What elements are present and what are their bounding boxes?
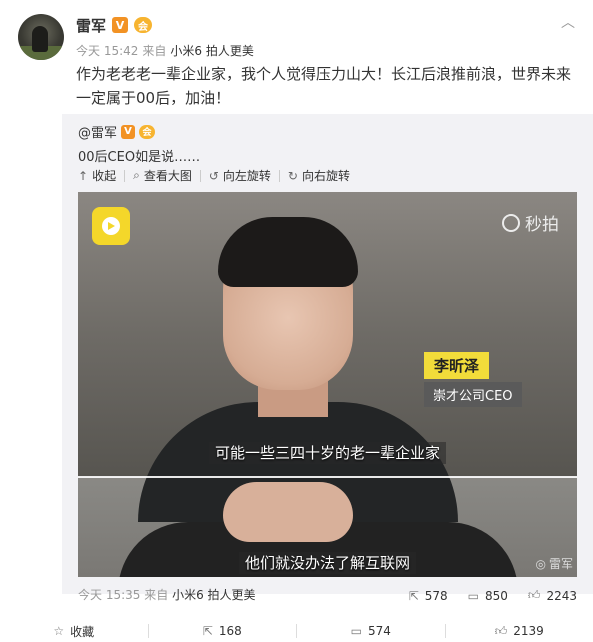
repost-share-button[interactable]: ⇱ 578 xyxy=(399,589,458,603)
post-time[interactable]: 今天 15:42 xyxy=(76,42,138,59)
vip-badge-icon: 会 xyxy=(134,17,153,33)
magnifier-icon: ⌕ xyxy=(133,168,140,182)
miaopai-label: 秒拍 xyxy=(525,215,559,235)
share-icon: ⇱ xyxy=(408,588,419,603)
arrow-up-icon: ↑ xyxy=(78,168,89,183)
repost-device[interactable]: 小米6 拍人更美 xyxy=(172,588,255,602)
vip-badge-icon: 会 xyxy=(139,124,156,139)
rotate-left-button[interactable]: ↺ 向左旋转 xyxy=(201,167,279,184)
rotate-right-icon: ↻ xyxy=(287,168,298,183)
post-meta: 今天 15:42 来自 小米6 拍人更美 xyxy=(76,42,254,59)
post-text: 作为老老老一辈企业家，我个人觉得压力山大！长江后浪推前浪，世界未来一定属于00后… xyxy=(76,65,572,107)
comment-button[interactable]: ▭ 574 xyxy=(297,624,445,638)
thumbs-up-icon: 👍︎ xyxy=(494,623,508,638)
post-device[interactable]: 小米6 拍人更美 xyxy=(170,42,253,59)
verified-badge-icon: V xyxy=(121,124,136,139)
rotate-right-button[interactable]: ↻ 向右旋转 xyxy=(280,167,358,184)
view-large-label: 查看大图 xyxy=(143,169,192,183)
comment-icon: ▭ xyxy=(467,588,479,603)
author-name[interactable]: 雷军 xyxy=(76,15,106,36)
repost-author-name[interactable]: @雷军 xyxy=(78,122,117,141)
rotate-left-label: 向左旋转 xyxy=(222,169,271,183)
share-button[interactable]: ⇱ 168 xyxy=(149,624,297,638)
repost-text: 00后CEO如是说…… xyxy=(78,150,201,165)
repost-share-count: 578 xyxy=(424,588,448,603)
rotate-right-label: 向右旋转 xyxy=(301,169,350,183)
video-image[interactable]: 秒拍 李昕泽 崇才公司CEO 可能一些三四十岁的老一辈企业家 他们就没办法了解互… xyxy=(78,192,577,577)
subtitle-1-text: 可能一些三四十岁的老一辈企业家 xyxy=(208,442,446,464)
title-tag: 崇才公司CEO xyxy=(424,382,522,407)
collapse-label: 收起 xyxy=(92,169,117,183)
name-tag: 李昕泽 xyxy=(424,352,490,379)
comment-count: 574 xyxy=(367,624,391,638)
repost-author-row: @雷军 V 会 xyxy=(78,122,156,141)
author-row: 雷军 V 会 xyxy=(76,15,153,36)
app-logo-icon xyxy=(92,207,130,245)
view-large-button[interactable]: ⌕ 查看大图 xyxy=(125,167,200,184)
subtitle-2: 他们就没办法了解互联网 xyxy=(78,552,577,574)
repost-time[interactable]: 今天 15:35 xyxy=(78,588,140,602)
collapse-button[interactable]: ↑ 收起 xyxy=(78,167,124,184)
subtitle-2-text: 他们就没办法了解互联网 xyxy=(238,552,416,574)
comment-icon: ▭ xyxy=(350,624,362,638)
person-hair xyxy=(218,217,358,287)
subtitle-1: 可能一些三四十岁的老一辈企业家 xyxy=(78,442,577,464)
weibo-watermark: ◎ 雷军 xyxy=(536,555,574,572)
like-count: 2139 xyxy=(513,624,544,638)
weibo-watermark-text: 雷军 xyxy=(548,557,573,571)
weibo-logo-icon: ◎ xyxy=(535,556,546,571)
share-icon: ⇱ xyxy=(202,624,213,638)
person-face-lower xyxy=(223,482,353,542)
frame-divider xyxy=(78,476,577,478)
avatar[interactable] xyxy=(18,14,64,60)
share-count: 168 xyxy=(218,624,242,638)
favorite-button[interactable]: ☆ 收藏 xyxy=(0,623,148,640)
repost-stats: ⇱ 578 ▭ 850 👍︎ 2243 xyxy=(399,588,577,603)
repost-like-button[interactable]: 👍︎ 2243 xyxy=(518,588,577,603)
repost-from-label: 来自 xyxy=(144,588,169,602)
camera-icon xyxy=(502,213,520,232)
image-toolbar: ↑ 收起 ⌕ 查看大图 ↺ 向左旋转 ↻ 向右旋转 xyxy=(78,167,358,184)
rotate-left-icon: ↺ xyxy=(208,168,219,183)
repost-card: @雷军 V 会 00后CEO如是说…… ↑ 收起 ⌕ 查看大图 ↺ 向左旋转 ↻… xyxy=(62,114,593,603)
verified-badge-icon: V xyxy=(112,17,129,33)
star-icon: ☆ xyxy=(53,624,65,638)
chevron-down-icon[interactable]: ︿ xyxy=(561,12,575,32)
repost-comment-count: 850 xyxy=(485,588,508,603)
repost-like-count: 2243 xyxy=(546,588,577,603)
favorite-label: 收藏 xyxy=(70,624,95,639)
thumbs-up-icon: 👍︎ xyxy=(527,588,541,602)
repost-comment-button[interactable]: ▭ 850 xyxy=(458,589,518,603)
miaopai-watermark: 秒拍 xyxy=(502,210,559,235)
post-from-label: 来自 xyxy=(142,44,167,58)
action-bar: ☆ 收藏 ⇱ 168 ▭ 574 👍︎ 2139 xyxy=(0,620,593,642)
like-button[interactable]: 👍︎ 2139 xyxy=(446,624,593,639)
